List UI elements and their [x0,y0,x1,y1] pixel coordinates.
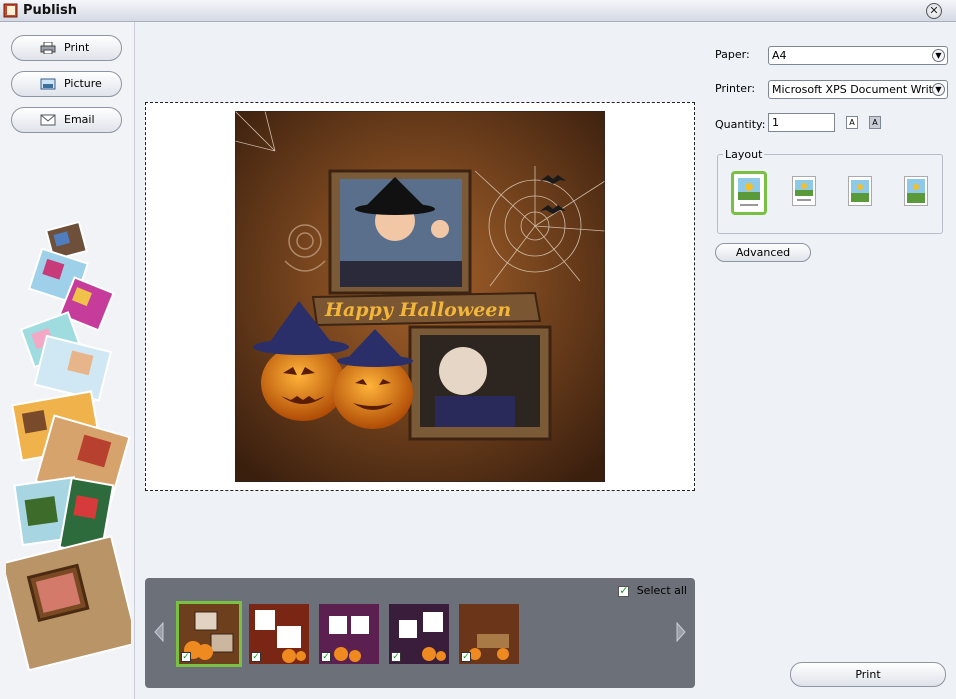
print-mode-button[interactable]: Print [11,35,122,61]
app-book-icon [3,3,18,18]
sidebar: Print Picture Email [0,22,135,699]
next-arrow-icon[interactable] [676,622,686,642]
layout-4-icon [907,179,925,203]
halloween-card-preview[interactable]: Happy Halloween [235,111,605,482]
thumbnail-5-checkbox[interactable]: ✓ [461,652,471,662]
thumbnail-3[interactable]: ✓ [319,604,379,664]
layout-2-icon [795,180,813,201]
card-title-text: Happy Halloween [324,299,511,321]
print-settings-panel: Paper: A4 ▼ Printer: Microsoft XPS Docum… [706,22,956,699]
chevron-down-icon[interactable]: ▼ [932,49,945,62]
chevron-down-icon[interactable]: ▼ [932,83,945,96]
email-mode-label: Email [64,113,95,126]
print-button[interactable]: Print [790,662,946,687]
layout-1-icon [738,178,760,206]
picture-mode-button[interactable]: Picture [11,71,122,97]
quantity-label: Quantity: [715,118,766,131]
select-all-label: Select all [636,584,687,597]
window-title: Publish [23,3,77,18]
preview-area: Happy Halloween Select all [135,22,706,699]
printer-select[interactable]: Microsoft XPS Document Writer ▼ [768,80,948,99]
printer-value: Microsoft XPS Document Writer [772,83,945,96]
printer-label: Printer: [715,82,756,95]
thumbnail-1[interactable]: ✓ [176,601,242,667]
email-mode-button[interactable]: Email [11,107,122,133]
printer-icon [40,42,56,54]
increase-font-icon[interactable]: A [846,116,858,129]
paper-value: A4 [772,49,787,62]
layout-3-icon [851,180,869,202]
thumbnail-strip: Select all ✓ ✓ ✓ [145,578,695,688]
card-stack-decoration [6,220,131,672]
thumbnail-2-checkbox[interactable]: ✓ [251,652,261,662]
layout-option-1[interactable] [731,171,767,215]
thumbnail-2[interactable]: ✓ [249,604,309,664]
picture-mode-label: Picture [64,77,102,90]
thumbnail-1-checkbox[interactable]: ✓ [181,652,191,662]
layout-option-2[interactable] [792,176,816,206]
layout-option-3[interactable] [848,176,872,206]
print-mode-label: Print [64,41,90,54]
thumbnail-3-checkbox[interactable]: ✓ [321,652,331,662]
page-preview: Happy Halloween [145,102,695,491]
select-all-checkbox[interactable] [618,584,630,597]
envelope-icon [40,114,56,126]
paper-label: Paper: [715,48,750,61]
quantity-input[interactable]: 1 [768,113,835,132]
advanced-button[interactable]: Advanced [715,243,811,262]
thumbnail-5[interactable]: ✓ [459,604,519,664]
picture-icon [40,78,56,90]
thumbnail-4-checkbox[interactable]: ✓ [391,652,401,662]
paper-select[interactable]: A4 ▼ [768,46,948,65]
previous-arrow-icon[interactable] [154,622,164,642]
layout-option-4[interactable] [904,176,928,206]
thumbnail-4[interactable]: ✓ [389,604,449,664]
title-bar: Publish ✕ [0,0,956,22]
decrease-font-icon[interactable]: A [869,116,881,129]
select-all-toggle[interactable]: Select all [618,584,687,597]
layout-group-label: Layout [723,148,765,161]
close-button[interactable]: ✕ [926,3,942,19]
